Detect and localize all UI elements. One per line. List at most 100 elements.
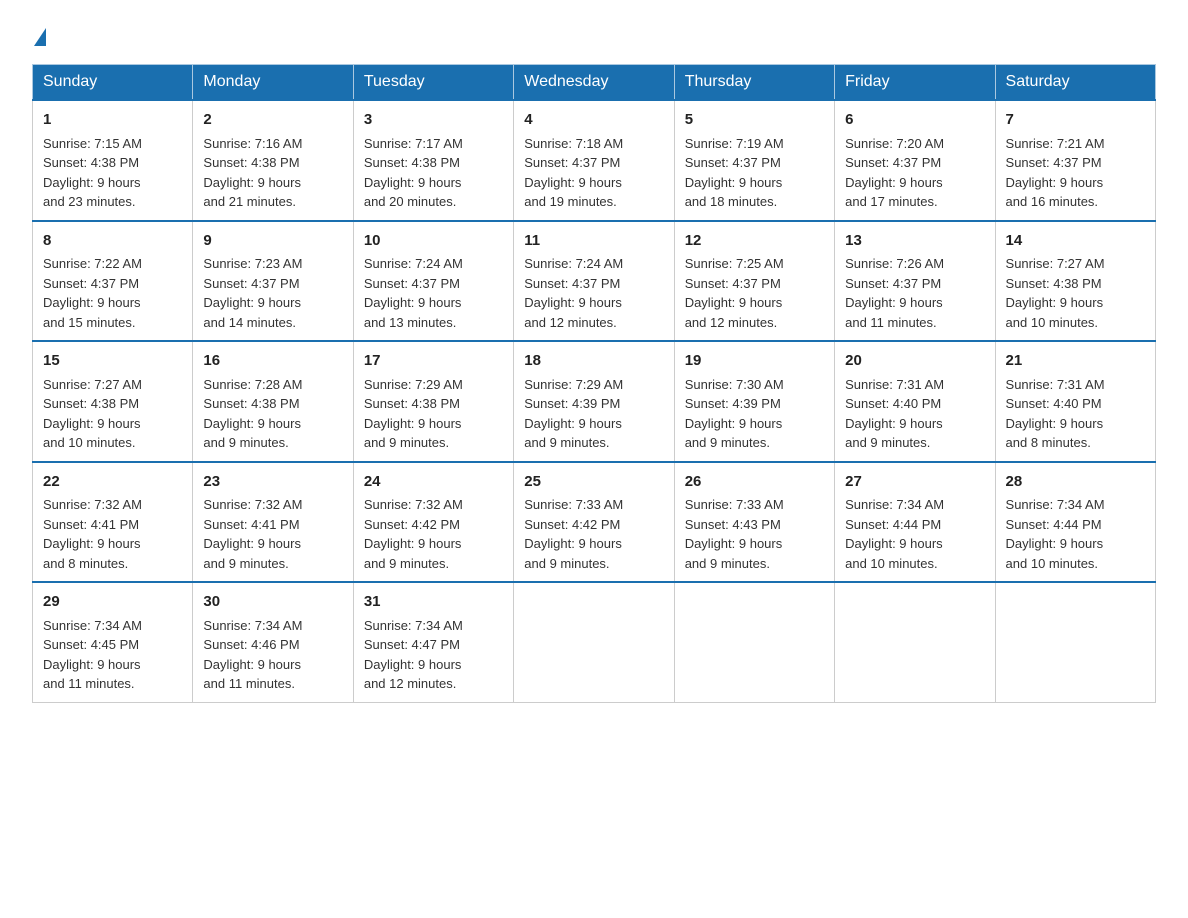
day-info-line: and 8 minutes. <box>1006 433 1145 453</box>
day-cell-24: 24Sunrise: 7:32 AMSunset: 4:42 PMDayligh… <box>353 462 513 583</box>
day-info-line: and 11 minutes. <box>845 313 984 333</box>
day-info: Sunrise: 7:18 AMSunset: 4:37 PMDaylight:… <box>524 134 663 212</box>
day-info: Sunrise: 7:33 AMSunset: 4:43 PMDaylight:… <box>685 495 824 573</box>
day-info-line: Sunrise: 7:31 AM <box>1006 375 1145 395</box>
day-number: 16 <box>203 350 342 373</box>
day-number: 23 <box>203 471 342 494</box>
day-number: 2 <box>203 109 342 132</box>
day-info-line: Sunrise: 7:19 AM <box>685 134 824 154</box>
day-info-line: and 20 minutes. <box>364 192 503 212</box>
day-info: Sunrise: 7:15 AMSunset: 4:38 PMDaylight:… <box>43 134 182 212</box>
day-info: Sunrise: 7:23 AMSunset: 4:37 PMDaylight:… <box>203 254 342 332</box>
day-info-line: Sunrise: 7:28 AM <box>203 375 342 395</box>
weekday-header-saturday: Saturday <box>995 65 1155 101</box>
empty-cell <box>514 582 674 702</box>
day-info-line: Daylight: 9 hours <box>203 173 342 193</box>
day-info: Sunrise: 7:34 AMSunset: 4:46 PMDaylight:… <box>203 616 342 694</box>
day-number: 22 <box>43 471 182 494</box>
day-cell-16: 16Sunrise: 7:28 AMSunset: 4:38 PMDayligh… <box>193 341 353 462</box>
day-info-line: and 9 minutes. <box>203 433 342 453</box>
day-info-line: Daylight: 9 hours <box>364 414 503 434</box>
day-info: Sunrise: 7:20 AMSunset: 4:37 PMDaylight:… <box>845 134 984 212</box>
day-info-line: Sunset: 4:37 PM <box>203 274 342 294</box>
day-info-line: Daylight: 9 hours <box>524 173 663 193</box>
week-row-2: 8Sunrise: 7:22 AMSunset: 4:37 PMDaylight… <box>33 221 1156 342</box>
empty-cell <box>674 582 834 702</box>
day-info-line: Daylight: 9 hours <box>43 534 182 554</box>
weekday-header-tuesday: Tuesday <box>353 65 513 101</box>
day-info-line: Daylight: 9 hours <box>364 534 503 554</box>
day-info-line: Daylight: 9 hours <box>524 293 663 313</box>
day-info-line: and 9 minutes. <box>364 433 503 453</box>
day-info-line: Sunset: 4:42 PM <box>524 515 663 535</box>
day-info: Sunrise: 7:32 AMSunset: 4:42 PMDaylight:… <box>364 495 503 573</box>
day-number: 11 <box>524 230 663 253</box>
day-info-line: Daylight: 9 hours <box>1006 173 1145 193</box>
day-info-line: and 11 minutes. <box>43 674 182 694</box>
day-info-line: and 12 minutes. <box>364 674 503 694</box>
day-info: Sunrise: 7:28 AMSunset: 4:38 PMDaylight:… <box>203 375 342 453</box>
day-info-line: Sunrise: 7:26 AM <box>845 254 984 274</box>
day-info-line: and 9 minutes. <box>685 554 824 574</box>
day-info-line: Sunset: 4:40 PM <box>1006 394 1145 414</box>
day-cell-31: 31Sunrise: 7:34 AMSunset: 4:47 PMDayligh… <box>353 582 513 702</box>
day-number: 3 <box>364 109 503 132</box>
week-row-3: 15Sunrise: 7:27 AMSunset: 4:38 PMDayligh… <box>33 341 1156 462</box>
day-info: Sunrise: 7:27 AMSunset: 4:38 PMDaylight:… <box>1006 254 1145 332</box>
day-info-line: Sunrise: 7:34 AM <box>1006 495 1145 515</box>
day-info-line: Sunset: 4:37 PM <box>685 153 824 173</box>
week-row-1: 1Sunrise: 7:15 AMSunset: 4:38 PMDaylight… <box>33 100 1156 221</box>
weekday-header-thursday: Thursday <box>674 65 834 101</box>
day-info-line: Sunset: 4:42 PM <box>364 515 503 535</box>
day-info-line: and 8 minutes. <box>43 554 182 574</box>
day-info-line: Sunset: 4:38 PM <box>364 394 503 414</box>
day-info-line: Daylight: 9 hours <box>43 293 182 313</box>
day-number: 17 <box>364 350 503 373</box>
weekday-header-sunday: Sunday <box>33 65 193 101</box>
day-info-line: Sunrise: 7:34 AM <box>364 616 503 636</box>
week-row-5: 29Sunrise: 7:34 AMSunset: 4:45 PMDayligh… <box>33 582 1156 702</box>
day-info-line: and 9 minutes. <box>524 433 663 453</box>
day-info-line: Sunset: 4:38 PM <box>43 153 182 173</box>
day-info-line: Daylight: 9 hours <box>845 293 984 313</box>
day-info-line: Daylight: 9 hours <box>685 293 824 313</box>
day-info-line: Sunset: 4:37 PM <box>845 274 984 294</box>
day-info: Sunrise: 7:17 AMSunset: 4:38 PMDaylight:… <box>364 134 503 212</box>
day-cell-30: 30Sunrise: 7:34 AMSunset: 4:46 PMDayligh… <box>193 582 353 702</box>
day-info-line: and 18 minutes. <box>685 192 824 212</box>
weekday-header-wednesday: Wednesday <box>514 65 674 101</box>
day-info-line: and 9 minutes. <box>524 554 663 574</box>
day-info-line: Sunset: 4:37 PM <box>524 274 663 294</box>
day-cell-26: 26Sunrise: 7:33 AMSunset: 4:43 PMDayligh… <box>674 462 834 583</box>
day-number: 30 <box>203 591 342 614</box>
day-cell-4: 4Sunrise: 7:18 AMSunset: 4:37 PMDaylight… <box>514 100 674 221</box>
day-info-line: Sunrise: 7:34 AM <box>845 495 984 515</box>
day-info-line: Daylight: 9 hours <box>43 655 182 675</box>
day-info-line: Daylight: 9 hours <box>524 534 663 554</box>
day-info: Sunrise: 7:33 AMSunset: 4:42 PMDaylight:… <box>524 495 663 573</box>
day-cell-28: 28Sunrise: 7:34 AMSunset: 4:44 PMDayligh… <box>995 462 1155 583</box>
day-number: 6 <box>845 109 984 132</box>
day-info-line: and 9 minutes. <box>364 554 503 574</box>
day-info-line: Sunset: 4:38 PM <box>203 394 342 414</box>
day-info-line: Sunset: 4:38 PM <box>364 153 503 173</box>
day-info-line: and 10 minutes. <box>43 433 182 453</box>
empty-cell <box>995 582 1155 702</box>
day-info-line: Daylight: 9 hours <box>845 173 984 193</box>
day-cell-15: 15Sunrise: 7:27 AMSunset: 4:38 PMDayligh… <box>33 341 193 462</box>
day-cell-17: 17Sunrise: 7:29 AMSunset: 4:38 PMDayligh… <box>353 341 513 462</box>
day-info-line: Sunrise: 7:20 AM <box>845 134 984 154</box>
day-info-line: and 10 minutes. <box>845 554 984 574</box>
day-info-line: Sunset: 4:37 PM <box>685 274 824 294</box>
weekday-header-monday: Monday <box>193 65 353 101</box>
day-info-line: Daylight: 9 hours <box>1006 414 1145 434</box>
day-info-line: Sunset: 4:37 PM <box>364 274 503 294</box>
day-number: 27 <box>845 471 984 494</box>
day-info-line: and 14 minutes. <box>203 313 342 333</box>
day-info: Sunrise: 7:25 AMSunset: 4:37 PMDaylight:… <box>685 254 824 332</box>
day-cell-12: 12Sunrise: 7:25 AMSunset: 4:37 PMDayligh… <box>674 221 834 342</box>
day-info-line: and 9 minutes. <box>845 433 984 453</box>
page-header <box>32 24 1156 46</box>
calendar-table: SundayMondayTuesdayWednesdayThursdayFrid… <box>32 64 1156 703</box>
day-cell-21: 21Sunrise: 7:31 AMSunset: 4:40 PMDayligh… <box>995 341 1155 462</box>
